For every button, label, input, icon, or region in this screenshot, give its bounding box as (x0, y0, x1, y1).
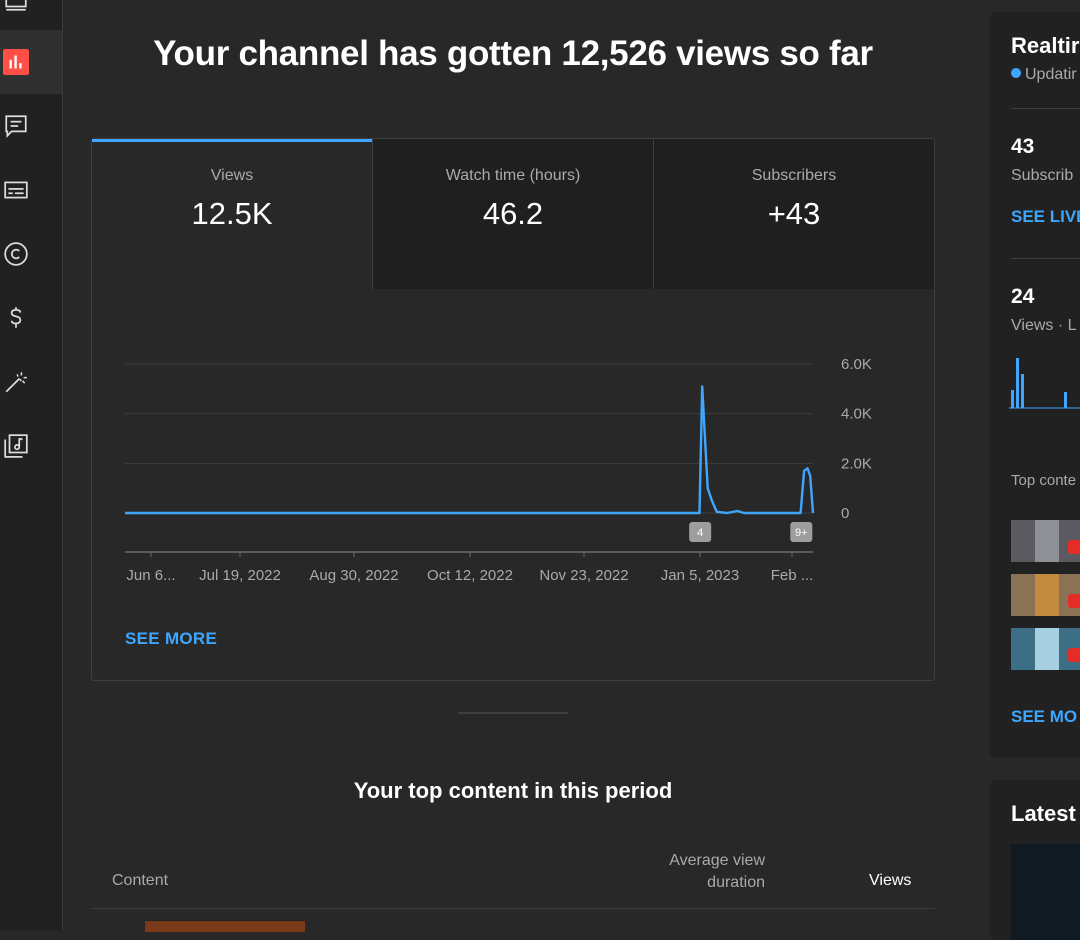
y-tick-label: 2.0K (841, 455, 872, 472)
copyright-icon (4, 242, 28, 266)
x-tick-label: Jul 19, 2022 (199, 567, 281, 584)
realtime-views-label: Views · L (1011, 317, 1077, 334)
tab-views[interactable]: Views 12.5K (92, 139, 373, 289)
see-more-link[interactable]: SEE MORE (125, 629, 217, 649)
video-thumbnail[interactable] (145, 920, 305, 932)
realtime-video-thumbnail[interactable] (1011, 628, 1080, 670)
comments-icon (5, 115, 27, 138)
tab-views-value: 12.5K (191, 196, 273, 231)
realtime-status: Updatir (1011, 66, 1077, 84)
views-chart: 6.0K 4.0K 2.0K 0 Jun 6... Jul 19, 2022 Aug 30,… (92, 289, 934, 589)
tab-subscribers-label: Subscribers (751, 167, 837, 184)
live-dot-icon (1011, 68, 1021, 78)
x-tick-label: Oct 12, 2022 (427, 567, 513, 584)
thumbnail-image (1035, 520, 1059, 562)
dollar-icon (10, 307, 22, 328)
x-tick-label: Jan 5, 2023 (661, 567, 739, 584)
realtime-panel: Realtir Updatir 43 Subscrib SEE LIVE 24 … (989, 12, 1080, 758)
thumbnail-image (1035, 574, 1059, 616)
nav-subtitles[interactable] (0, 158, 62, 222)
nav-earn[interactable] (0, 286, 62, 350)
nav-customization[interactable] (0, 350, 62, 414)
publish-marker-label: 4 (697, 527, 703, 539)
column-header-content[interactable]: Content (112, 872, 168, 890)
analytics-icon (3, 49, 29, 75)
realtime-bar (1021, 374, 1024, 408)
shorts-icon (1068, 540, 1080, 554)
publish-marker-label: 9+ (795, 527, 808, 539)
latest-title: Latest (1011, 801, 1076, 826)
realtime-bar (1016, 358, 1019, 408)
nav-copyright[interactable] (0, 222, 62, 286)
see-live-count-link[interactable]: SEE LIVE (1011, 207, 1080, 227)
x-tick-label: Feb ... (771, 567, 814, 584)
realtime-bar-chart (1009, 358, 1080, 409)
x-tick-label: Aug 30, 2022 (309, 567, 398, 584)
x-tick-label: Nov 23, 2022 (539, 567, 628, 584)
x-tick-label: Jun 6... (126, 567, 175, 584)
realtime-divider (1011, 108, 1080, 109)
y-tick-label: 4.0K (841, 406, 872, 423)
subtitles-icon (4, 181, 28, 199)
tab-subscribers[interactable]: Subscribers +43 (654, 139, 934, 289)
realtime-video-thumbnail[interactable] (1011, 520, 1080, 562)
tab-views-label: Views (210, 167, 254, 184)
column-header-avg-view-duration[interactable]: Average view duration (669, 850, 765, 894)
overview-card: Views 12.5K Watch time (hours) 46.2 Subs… (91, 138, 935, 681)
nav-content[interactable] (0, 0, 62, 32)
tab-watch-time-label: Watch time (hours) (445, 167, 581, 184)
nav-analytics[interactable] (0, 30, 62, 94)
shorts-icon (1068, 648, 1080, 662)
realtime-status-text: Updatir (1025, 66, 1077, 83)
realtime-see-more-link[interactable]: SEE MO (1011, 707, 1077, 727)
nav-audio-library[interactable] (0, 414, 62, 478)
metric-tabs: Views 12.5K Watch time (hours) 46.2 Subs… (92, 139, 934, 289)
main-panel: Your channel has gotten 12,526 views so … (63, 0, 963, 932)
y-tick-label: 6.0K (841, 356, 872, 373)
tab-watch-time[interactable]: Watch time (hours) 46.2 (373, 139, 654, 289)
realtime-bar (1011, 390, 1014, 408)
column-header-views[interactable]: Views (869, 872, 911, 890)
realtime-bar (1064, 392, 1067, 408)
realtime-views-value: 24 (1011, 285, 1035, 308)
tab-subscribers-value: +43 (767, 196, 821, 231)
realtime-divider-2 (1011, 258, 1080, 259)
latest-video-thumbnail[interactable] (1011, 844, 1080, 940)
section-divider (458, 712, 568, 714)
nav-rail (0, 0, 63, 931)
realtime-subscribers-value: 43 (1011, 135, 1035, 158)
realtime-top-content-label: Top conte (1011, 472, 1077, 489)
shorts-icon (1068, 594, 1080, 608)
nav-comments[interactable] (0, 94, 62, 158)
realtime-subscribers-label: Subscrib (1011, 167, 1074, 184)
realtime-title: Realtir (1011, 33, 1080, 58)
audio-library-icon (4, 434, 28, 458)
views-series-line (125, 385, 815, 515)
content-icon (5, 0, 27, 11)
tab-watch-time-value: 46.2 (482, 196, 544, 231)
realtime-video-thumbnail[interactable] (1011, 574, 1080, 616)
views-chart-svg: 6.0K 4.0K 2.0K 0 Jun 6... Jul 19, 2022 Aug 30,… (125, 356, 872, 584)
page-headline: Your channel has gotten 12,526 views so … (153, 34, 873, 73)
latest-panel: Latest (989, 780, 1080, 940)
magic-wand-icon (5, 372, 27, 393)
top-content-table-header: Content Average view duration Views (91, 840, 935, 909)
y-tick-label: 0 (841, 505, 849, 522)
top-content-title: Your top content in this period (353, 778, 673, 803)
thumbnail-image (1035, 628, 1059, 670)
